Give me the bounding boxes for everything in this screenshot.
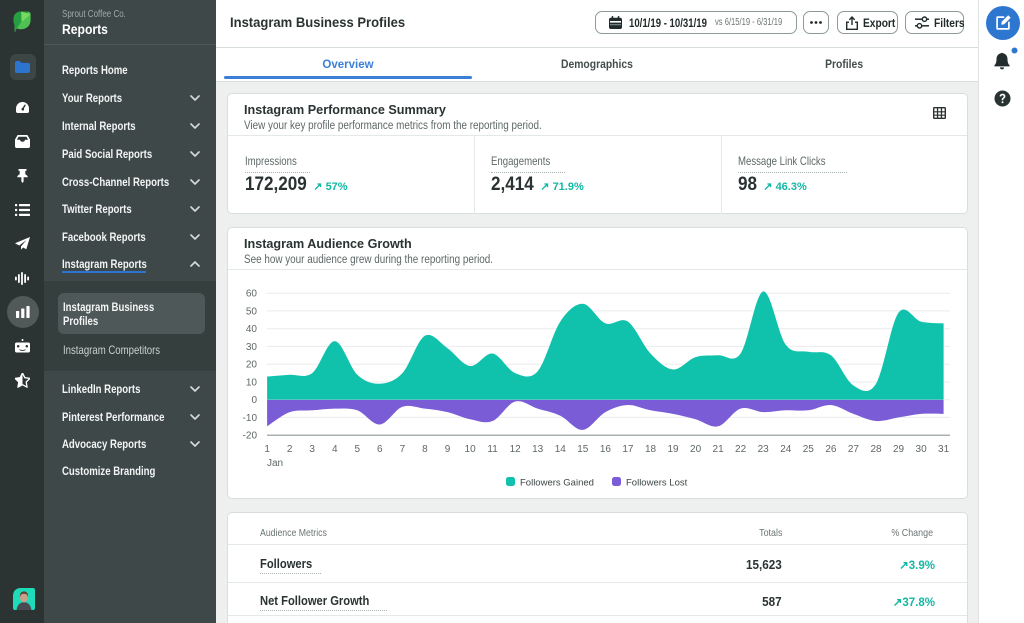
svg-text:24: 24 [780, 444, 792, 455]
svg-text:30: 30 [246, 342, 258, 353]
svg-text:31: 31 [938, 444, 950, 455]
svg-text:3: 3 [309, 444, 315, 455]
svg-text:Followers Gained: Followers Gained [520, 478, 594, 489]
svg-text:0: 0 [251, 395, 257, 406]
svg-text:10: 10 [465, 444, 477, 455]
svg-text:-20: -20 [243, 431, 258, 442]
svg-text:8: 8 [422, 444, 428, 455]
svg-text:6: 6 [377, 444, 383, 455]
svg-text:16: 16 [600, 444, 612, 455]
svg-text:40: 40 [246, 324, 258, 335]
svg-text:19: 19 [667, 444, 679, 455]
svg-text:23: 23 [758, 444, 770, 455]
svg-text:11: 11 [487, 444, 498, 455]
svg-text:14: 14 [555, 444, 567, 455]
svg-text:17: 17 [622, 444, 634, 455]
svg-text:-10: -10 [243, 413, 258, 424]
svg-text:21: 21 [713, 444, 725, 455]
svg-text:20: 20 [690, 444, 702, 455]
svg-text:18: 18 [645, 444, 657, 455]
svg-text:20: 20 [246, 360, 258, 371]
svg-text:29: 29 [893, 444, 905, 455]
svg-text:30: 30 [916, 444, 928, 455]
svg-text:4: 4 [332, 444, 338, 455]
svg-text:28: 28 [870, 444, 882, 455]
svg-text:7: 7 [400, 444, 406, 455]
svg-text:22: 22 [735, 444, 747, 455]
svg-text:27: 27 [848, 444, 860, 455]
svg-text:1: 1 [264, 444, 270, 455]
svg-text:9: 9 [445, 444, 451, 455]
svg-text:15: 15 [577, 444, 589, 455]
svg-text:Followers Lost: Followers Lost [626, 478, 688, 489]
svg-text:2: 2 [287, 444, 293, 455]
svg-text:13: 13 [532, 444, 544, 455]
svg-text:Jan: Jan [267, 458, 283, 469]
svg-text:10: 10 [246, 377, 258, 388]
svg-text:25: 25 [803, 444, 815, 455]
svg-text:50: 50 [246, 306, 258, 317]
svg-text:60: 60 [246, 289, 258, 300]
svg-text:5: 5 [355, 444, 361, 455]
svg-text:26: 26 [825, 444, 837, 455]
svg-text:12: 12 [510, 444, 522, 455]
